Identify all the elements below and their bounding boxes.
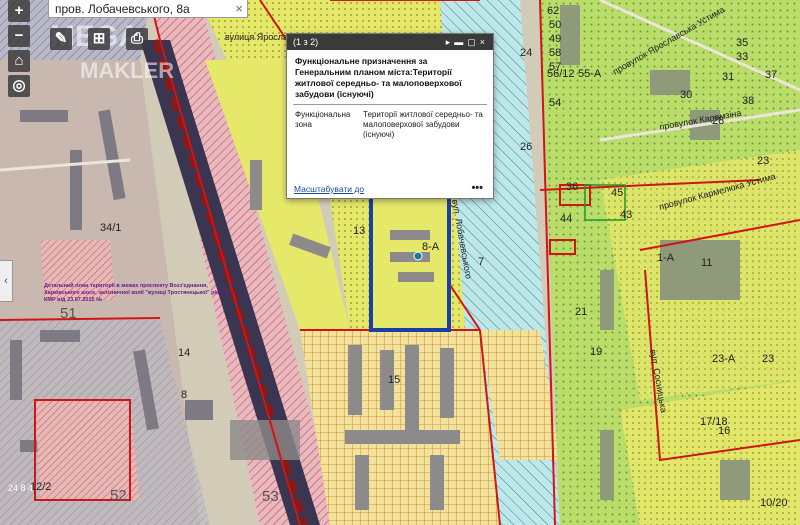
selection-marker bbox=[413, 251, 423, 261]
building-number: 1-А bbox=[657, 252, 675, 264]
building-number: 21 bbox=[575, 306, 587, 318]
building-number: 49 bbox=[549, 33, 561, 45]
building-number: 13 bbox=[353, 225, 365, 237]
field-value: Території житлової середньо- та малопове… bbox=[363, 110, 483, 139]
plan-note: Детальний план території в межах проспек… bbox=[44, 283, 234, 303]
info-popup: (1 з 2) ▸▬▢× Функціональне призначення з… bbox=[286, 33, 494, 199]
building-number: 7 bbox=[478, 256, 484, 268]
building-number: 23 bbox=[757, 155, 769, 167]
building-number: 33 bbox=[736, 51, 748, 63]
popup-field-row: Функціональна зона Території житлової се… bbox=[287, 105, 493, 140]
building-number: 58 bbox=[549, 47, 561, 59]
building-number: 16 bbox=[718, 425, 730, 437]
maximize-icon[interactable]: ▢ bbox=[467, 37, 480, 47]
close-icon[interactable]: × bbox=[235, 0, 243, 18]
building-number: 37 bbox=[765, 69, 777, 81]
popup-counter: (1 з 2) bbox=[293, 37, 319, 47]
home-button[interactable]: ⌂ bbox=[8, 50, 30, 72]
search-input[interactable]: пров. Лобачевського, 8а × bbox=[48, 0, 248, 18]
building-number: 23-А bbox=[712, 353, 736, 365]
building-number: 26 bbox=[520, 141, 532, 153]
watermark-makler: MAKLER bbox=[80, 58, 175, 83]
search-value: пров. Лобачевського, 8а bbox=[55, 2, 190, 16]
side-panel-toggle[interactable]: ‹ bbox=[0, 260, 13, 302]
building-number: 10/20 bbox=[760, 497, 788, 509]
building-number: 45 bbox=[611, 187, 623, 199]
building-number: 56/12 bbox=[547, 68, 575, 80]
building-number: 24 bbox=[520, 47, 532, 59]
building-number: 36 bbox=[566, 181, 578, 193]
building-number: 55-А bbox=[578, 68, 602, 80]
building-number: 23 bbox=[762, 353, 774, 365]
popup-header: (1 з 2) ▸▬▢× bbox=[287, 34, 493, 50]
building-number: 54 bbox=[549, 97, 561, 109]
zoom-out-button[interactable]: − bbox=[8, 25, 30, 47]
zoom-in-button[interactable]: + bbox=[8, 0, 30, 22]
building-number: 34/1 bbox=[100, 222, 121, 234]
building-number: 31 bbox=[722, 71, 734, 83]
zone-grid bbox=[300, 330, 500, 525]
next-icon[interactable]: ▸ bbox=[446, 37, 455, 47]
print-icon[interactable]: ⎙ bbox=[126, 28, 148, 50]
locate-button[interactable]: ◎ bbox=[8, 75, 30, 97]
building-number: 44 bbox=[560, 213, 572, 225]
building-number: 62 bbox=[547, 5, 559, 17]
building-number: 50 bbox=[549, 19, 561, 31]
building-number: 43 bbox=[620, 209, 632, 221]
field-label: Функціональна зона bbox=[295, 110, 351, 129]
selected-parcel bbox=[369, 195, 451, 332]
building-number: 8 bbox=[181, 389, 187, 401]
popup-title: Функціональне призначення за Генеральним… bbox=[295, 56, 462, 99]
building-number: 53 bbox=[262, 488, 279, 505]
building-number: 38 bbox=[742, 95, 754, 107]
building-number: 30 bbox=[680, 89, 692, 101]
scale-text: 24 8 4 bbox=[8, 483, 34, 493]
building-number: 19 bbox=[590, 346, 602, 358]
more-options-button[interactable]: ••• bbox=[471, 182, 483, 194]
building-number: 51 bbox=[60, 305, 77, 322]
minimize-icon[interactable]: ▬ bbox=[454, 37, 467, 47]
zoom-to-link[interactable]: Масштабувати до bbox=[294, 184, 364, 194]
building-number: 14 bbox=[178, 347, 190, 359]
building-number: 11 bbox=[701, 257, 712, 269]
building-number: 52 bbox=[110, 487, 127, 504]
building-number: 8-А bbox=[422, 241, 440, 253]
building-number: 28 bbox=[712, 115, 724, 127]
close-icon[interactable]: × bbox=[480, 37, 489, 47]
building-number: 12/2 bbox=[30, 481, 51, 493]
edit-icon[interactable]: ✎ bbox=[50, 28, 72, 50]
building-number: 15 bbox=[388, 374, 400, 386]
expand-icon[interactable]: ⊞ bbox=[88, 28, 110, 50]
building-number: 35 bbox=[736, 37, 748, 49]
